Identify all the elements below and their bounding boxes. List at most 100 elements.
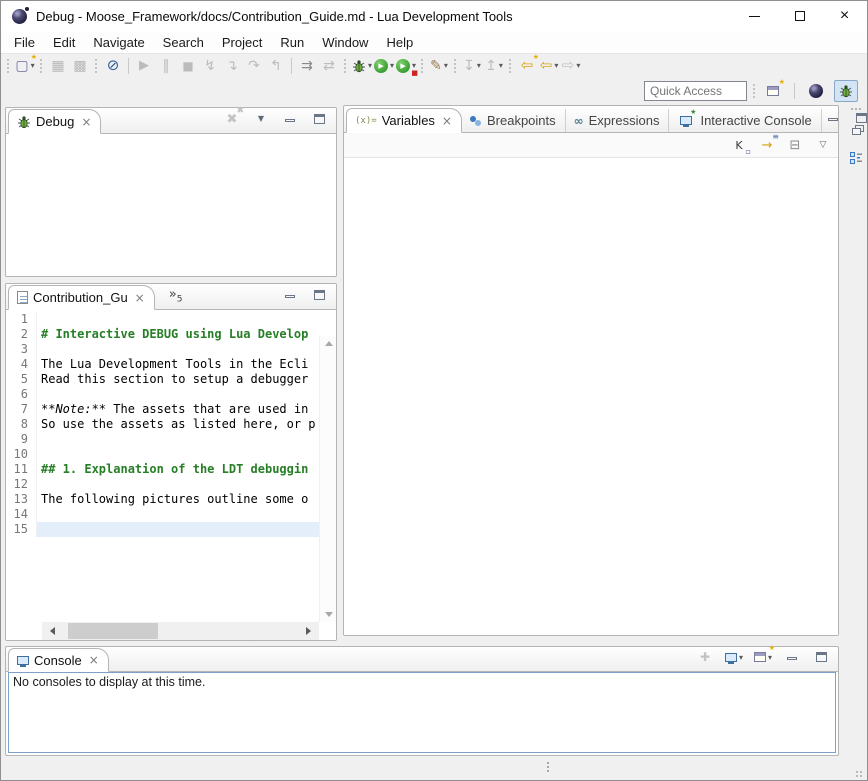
ldt-perspective-button-icon[interactable] [804, 80, 828, 102]
menu-run[interactable]: Run [271, 33, 313, 52]
editor-line[interactable]: 9 [6, 432, 319, 447]
maximize-window-button[interactable] [777, 1, 822, 31]
step-over-icon[interactable]: ↷ [244, 56, 264, 76]
next-annotation-icon[interactable]: ↧▾ [462, 56, 482, 76]
close-tab-icon[interactable] [81, 115, 91, 129]
close-tab-icon[interactable] [135, 291, 145, 305]
menu-search[interactable]: Search [154, 33, 213, 52]
disconnect-icon[interactable]: ↯ [200, 56, 220, 76]
pin-console-icon[interactable]: ✚ [695, 647, 715, 667]
menu-project[interactable]: Project [213, 33, 271, 52]
close-tab-icon[interactable] [89, 653, 99, 667]
external-tools-dropdown-icon[interactable]: ▾ [444, 61, 448, 70]
resume-icon[interactable]: ▶ [134, 56, 154, 76]
tab-breakpoints[interactable]: Breakpoints [462, 109, 566, 132]
save-all-icon[interactable]: ▩ [70, 56, 90, 76]
restore-view-icon[interactable] [846, 119, 866, 139]
tab-debug[interactable]: Debug [8, 109, 101, 134]
remove-all-terminated-icon[interactable]: ✖✖ [222, 109, 242, 129]
open-perspective-button[interactable]: ★ [762, 81, 784, 101]
last-edit-location-icon[interactable]: ⇦★ [517, 56, 537, 76]
quick-access-input[interactable] [644, 81, 747, 101]
open-perspective-icon[interactable]: ★ [763, 81, 783, 101]
editor-line[interactable]: 12 [6, 477, 319, 492]
forward-icon[interactable]: ⇨▾ [561, 56, 581, 76]
show-type-names-icon[interactable]: K▫ [729, 135, 749, 155]
suspend-icon[interactable]: ‖ [156, 56, 176, 76]
minimize-icon[interactable] [280, 109, 300, 129]
save-icon[interactable]: ▦ [48, 56, 68, 76]
scroll-left-icon[interactable] [50, 627, 55, 635]
scroll-up-icon[interactable] [325, 341, 333, 346]
maximize-icon[interactable] [309, 109, 329, 129]
run-dropdown-icon[interactable]: ▾ [390, 61, 394, 70]
previous-annotation-dropdown-icon[interactable]: ▾ [499, 61, 503, 70]
forward-dropdown-icon[interactable]: ▾ [576, 61, 580, 70]
run-icon[interactable]: ▶▾ [374, 56, 394, 76]
view-menu-icon[interactable]: ▼ [251, 109, 271, 129]
debug-perspective-button-icon[interactable] [834, 80, 858, 102]
editor-line[interactable]: 3 [6, 342, 319, 357]
menu-file[interactable]: File [5, 33, 44, 52]
editor-line[interactable]: 5Read this section to setup a debugger [6, 372, 319, 387]
editor-line[interactable]: 13The following pictures outline some o [6, 492, 319, 507]
use-step-filters-icon[interactable]: ⇉ [297, 56, 317, 76]
editor-vertical-scrollbar[interactable] [319, 336, 336, 622]
editor-line[interactable]: 1 [6, 312, 319, 327]
collapse-all-icon[interactable]: ⊟ [785, 135, 805, 155]
close-window-button[interactable]: × [822, 1, 867, 31]
horizontal-scrollbar-thumb[interactable] [68, 623, 158, 639]
new-wizard-dropdown-icon[interactable]: ▾ [31, 61, 35, 70]
minimize-icon[interactable] [823, 108, 843, 128]
tab-expressions[interactable]: ∞Expressions [566, 109, 670, 132]
step-into-icon[interactable]: ↴ [222, 56, 242, 76]
open-console-icon[interactable]: ★▾ [753, 647, 773, 667]
close-tab-icon[interactable] [442, 114, 452, 128]
menu-edit[interactable]: Edit [44, 33, 84, 52]
editor-line[interactable]: 8So use the assets as listed here, or p [6, 417, 319, 432]
status-bar-drag-handle[interactable] [547, 762, 549, 772]
tab-interactive-console[interactable]: ★Interactive Console [669, 109, 821, 132]
menu-window[interactable]: Window [313, 33, 377, 52]
skip-all-breakpoints-icon[interactable]: ⊘ [103, 56, 123, 76]
scroll-right-icon[interactable] [306, 627, 311, 635]
window-resize-grip[interactable] [855, 770, 863, 778]
open-console-dropdown-icon[interactable]: ▾ [768, 653, 772, 662]
outline-view-icon[interactable] [846, 148, 866, 168]
back-icon[interactable]: ⇦▾ [539, 56, 559, 76]
minimize-window-button[interactable] [732, 1, 777, 31]
debug-dropdown-icon[interactable]: ▾ [368, 61, 372, 70]
editor-current-line[interactable]: 15 [6, 522, 319, 537]
editor-line[interactable]: 2# Interactive DEBUG using Lua Develop [6, 327, 319, 342]
view-menu-icon[interactable]: ▽ [813, 135, 833, 155]
minimize-icon[interactable] [280, 285, 300, 305]
display-selected-console-icon[interactable]: ▾ [724, 647, 744, 667]
tab-console[interactable]: Console [8, 648, 109, 672]
editor-horizontal-scrollbar[interactable] [42, 622, 319, 640]
maximize-icon[interactable] [309, 285, 329, 305]
editor-line[interactable]: 4The Lua Development Tools in the Ecli [6, 357, 319, 372]
variables-body[interactable] [344, 158, 838, 635]
editor-line[interactable]: 10 [6, 447, 319, 462]
previous-annotation-icon[interactable]: ↥▾ [484, 56, 504, 76]
console-message-area[interactable]: No consoles to display at this time. [8, 672, 836, 753]
menu-help[interactable]: Help [377, 33, 422, 52]
minimize-icon[interactable] [782, 647, 802, 667]
maximize-icon[interactable] [811, 647, 831, 667]
external-tools-icon[interactable]: ✎▾ [429, 56, 449, 76]
back-dropdown-icon[interactable]: ▾ [554, 61, 558, 70]
step-filters-config-icon[interactable]: ⇄ [319, 56, 339, 76]
terminate-icon[interactable]: ■ [178, 56, 198, 76]
next-annotation-dropdown-icon[interactable]: ▾ [477, 61, 481, 70]
menu-navigate[interactable]: Navigate [84, 33, 153, 52]
editor-body[interactable]: 12# Interactive DEBUG using Lua Develop3… [6, 310, 336, 640]
run-coverage-icon[interactable]: ▶■▾ [396, 56, 416, 76]
editor-line[interactable]: 14 [6, 507, 319, 522]
more-editors-chevron[interactable]: »5 [169, 287, 183, 309]
show-logical-structure-icon[interactable]: →≡ [757, 135, 777, 155]
step-return-icon[interactable]: ↰ [266, 56, 286, 76]
debug-icon[interactable]: ▾ [352, 56, 372, 76]
editor-lines[interactable]: 12# Interactive DEBUG using Lua Develop3… [6, 312, 319, 622]
new-wizard-icon[interactable]: ▢★▾ [15, 56, 35, 76]
editor-line[interactable]: 6 [6, 387, 319, 402]
